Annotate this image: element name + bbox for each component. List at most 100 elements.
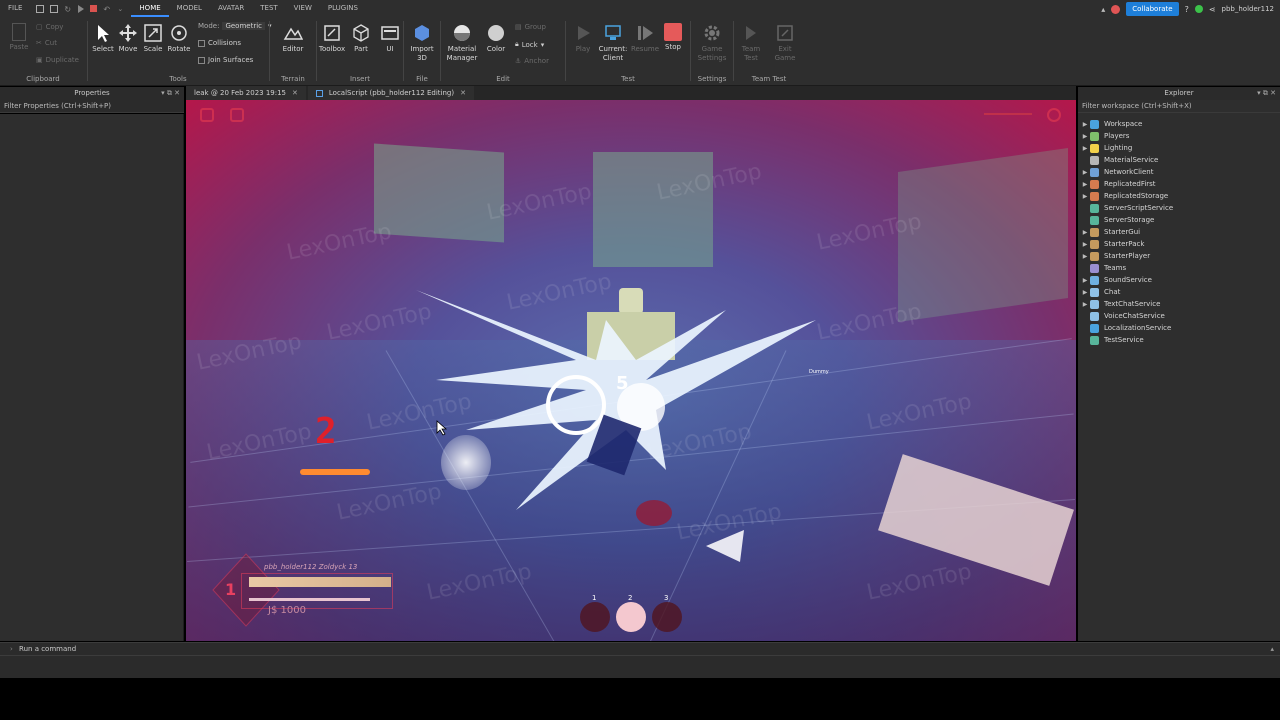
ui-button[interactable]: UI xyxy=(375,23,405,54)
group-icon: ▤ xyxy=(515,23,522,31)
expand-icon[interactable]: ▴ xyxy=(1270,643,1274,656)
explorer-item-testservice[interactable]: TestService xyxy=(1080,334,1278,346)
explorer-item-serverscriptservice[interactable]: ServerScriptService xyxy=(1080,202,1278,214)
tab-localscript[interactable]: LocalScript (pbb_holder112 Editing) ✕ xyxy=(307,86,474,100)
expand-arrow-icon[interactable]: ▶ xyxy=(1080,181,1090,188)
terrain-editor-button[interactable]: Editor xyxy=(278,23,308,54)
roblox-menu-icon[interactable] xyxy=(200,108,214,122)
part-button[interactable]: Part xyxy=(346,23,376,54)
expand-arrow-icon[interactable]: ▶ xyxy=(1080,121,1090,128)
expand-arrow-icon[interactable]: ▶ xyxy=(1080,253,1090,260)
expand-arrow-icon[interactable]: ▶ xyxy=(1080,145,1090,152)
menu-home[interactable]: HOME xyxy=(131,0,169,17)
expand-arrow-icon[interactable]: ▶ xyxy=(1080,277,1090,284)
play-button[interactable]: Play xyxy=(568,23,598,54)
explorer-item-localizationservice[interactable]: LocalizationService xyxy=(1080,322,1278,334)
explorer-item-starterpack[interactable]: ▶ StarterPack xyxy=(1080,238,1278,250)
properties-filter-input[interactable]: Filter Properties (Ctrl+Shift+P) xyxy=(0,100,184,113)
share-icon[interactable]: ⋖ xyxy=(1209,5,1216,14)
play-icon[interactable] xyxy=(78,4,85,13)
explorer-item-serverstorage[interactable]: ServerStorage xyxy=(1080,214,1278,226)
lock-button[interactable]: 🔒︎ Lock ▾ xyxy=(515,40,544,49)
rotate-button[interactable]: Rotate xyxy=(164,23,194,54)
expand-arrow-icon[interactable]: ▶ xyxy=(1080,169,1090,176)
menu-plugins[interactable]: PLUGINS xyxy=(320,0,366,17)
explorer-item-soundservice[interactable]: ▶ SoundService xyxy=(1080,274,1278,286)
save-icon[interactable] xyxy=(50,4,59,13)
username-label[interactable]: pbb_holder112 xyxy=(1222,5,1274,13)
explorer-item-networkclient[interactable]: ▶ NetworkClient xyxy=(1080,166,1278,178)
redo-icon[interactable]: ↻ xyxy=(64,5,72,14)
player-list-icon[interactable] xyxy=(1047,108,1061,122)
explorer-filter-input[interactable]: Filter workspace (Ctrl+Shift+X) xyxy=(1078,100,1280,113)
explorer-item-voicechatservice[interactable]: VoiceChatService xyxy=(1080,310,1278,322)
close-icon[interactable]: ✕ xyxy=(460,86,466,100)
toolbox-button[interactable]: Toolbox xyxy=(317,23,347,54)
undo-icon[interactable]: ↶ xyxy=(103,5,111,14)
game-viewport[interactable]: LexOnTop LexOnTop LexOnTop LexOnTop LexO… xyxy=(186,100,1076,641)
explorer-item-chat[interactable]: ▶ Chat xyxy=(1080,286,1278,298)
import-3d-button[interactable]: Import 3D xyxy=(407,23,437,63)
menu-view[interactable]: VIEW xyxy=(286,0,320,17)
close-icon[interactable]: ✕ xyxy=(292,86,298,100)
expand-arrow-icon[interactable]: ▶ xyxy=(1080,193,1090,200)
collisions-checkbox[interactable] xyxy=(198,39,205,47)
hotbar-slot-2[interactable]: 2 xyxy=(616,594,646,632)
explorer-item-replicatedfirst[interactable]: ▶ ReplicatedFirst xyxy=(1080,178,1278,190)
resume-button[interactable]: Resume xyxy=(630,23,660,54)
cut-button[interactable]: ✂ Cut xyxy=(36,39,57,47)
paste-button[interactable]: Paste xyxy=(4,23,34,52)
tab-place[interactable]: leak @ 20 Feb 2023 19:15 ✕ xyxy=(186,86,306,100)
team-test-button[interactable]: Team Test xyxy=(736,23,766,63)
menu-avatar[interactable]: AVATAR xyxy=(210,0,252,17)
explorer-item-teams[interactable]: Teams xyxy=(1080,262,1278,274)
menu-test[interactable]: TEST xyxy=(252,0,285,17)
explorer-item-replicatedstorage[interactable]: ▶ ReplicatedStorage xyxy=(1080,190,1278,202)
group-button[interactable]: ▤ Group xyxy=(515,23,546,31)
join-surfaces-checkbox[interactable] xyxy=(198,56,205,64)
stop-button[interactable]: Stop xyxy=(658,23,688,52)
hotbar-slot-1[interactable]: 1 xyxy=(580,594,610,632)
material-manager-button[interactable]: Material Manager xyxy=(445,23,479,63)
color-button[interactable]: Color xyxy=(481,23,511,54)
expand-arrow-icon[interactable]: ▶ xyxy=(1080,133,1090,140)
anchor-button[interactable]: ⚓︎ Anchor xyxy=(515,57,549,65)
stop-icon[interactable] xyxy=(90,5,98,12)
copy-button[interactable]: ▢ Copy xyxy=(36,23,63,31)
explorer-item-players[interactable]: ▶ Players xyxy=(1080,130,1278,142)
join-surfaces-toggle[interactable]: Join Surfaces xyxy=(198,56,253,64)
expand-arrow-icon[interactable]: ▶ xyxy=(1080,229,1090,236)
mode-selector[interactable]: Mode: Geometric ▾ xyxy=(198,22,272,30)
menu-model[interactable]: MODEL xyxy=(169,0,210,17)
expand-up-icon[interactable]: ▴ xyxy=(1101,5,1105,14)
command-input[interactable]: Run a command xyxy=(19,645,76,653)
chat-icon[interactable] xyxy=(230,108,244,122)
panel-controls[interactable]: ▾ ⧉ ✕ xyxy=(1257,87,1276,100)
new-file-icon[interactable] xyxy=(36,4,45,13)
expand-arrow-icon[interactable]: ▶ xyxy=(1080,241,1090,248)
explorer-item-lighting[interactable]: ▶ Lighting xyxy=(1080,142,1278,154)
expand-arrow-icon[interactable]: ▶ xyxy=(1080,301,1090,308)
hotbar-slot-3[interactable]: 3 xyxy=(652,594,682,632)
collaborate-button[interactable]: Collaborate xyxy=(1126,2,1179,16)
panel-controls[interactable]: ▾ ⧉ ✕ xyxy=(161,87,180,100)
explorer-item-textchatservice[interactable]: ▶ TextChatService xyxy=(1080,298,1278,310)
explorer-item-materialservice[interactable]: MaterialService xyxy=(1080,154,1278,166)
mode-dropdown[interactable]: Geometric xyxy=(222,22,265,30)
explorer-item-startergui[interactable]: ▶ StarterGui xyxy=(1080,226,1278,238)
duplicate-button[interactable]: ▣ Duplicate xyxy=(36,56,79,64)
explorer-item-starterplayer[interactable]: ▶ StarterPlayer xyxy=(1080,250,1278,262)
collisions-toggle[interactable]: Collisions xyxy=(198,39,241,47)
notification-icon[interactable] xyxy=(1111,4,1121,14)
user-status-icon[interactable] xyxy=(1194,5,1203,13)
command-bar[interactable]: › Run a command ▴ xyxy=(0,642,1280,656)
explorer-item-workspace[interactable]: ▶ Workspace xyxy=(1080,118,1278,130)
exit-game-button[interactable]: Exit Game xyxy=(770,23,800,63)
help-icon[interactable]: ? xyxy=(1185,5,1189,14)
game-settings-button[interactable]: Game Settings xyxy=(697,23,727,63)
explorer-item-label: Chat xyxy=(1104,288,1121,296)
current-client-button[interactable]: Current: Client xyxy=(596,23,630,63)
menu-file[interactable]: FILE xyxy=(0,0,30,17)
more-icon[interactable]: ⌄ xyxy=(117,5,125,13)
expand-arrow-icon[interactable]: ▶ xyxy=(1080,289,1090,296)
